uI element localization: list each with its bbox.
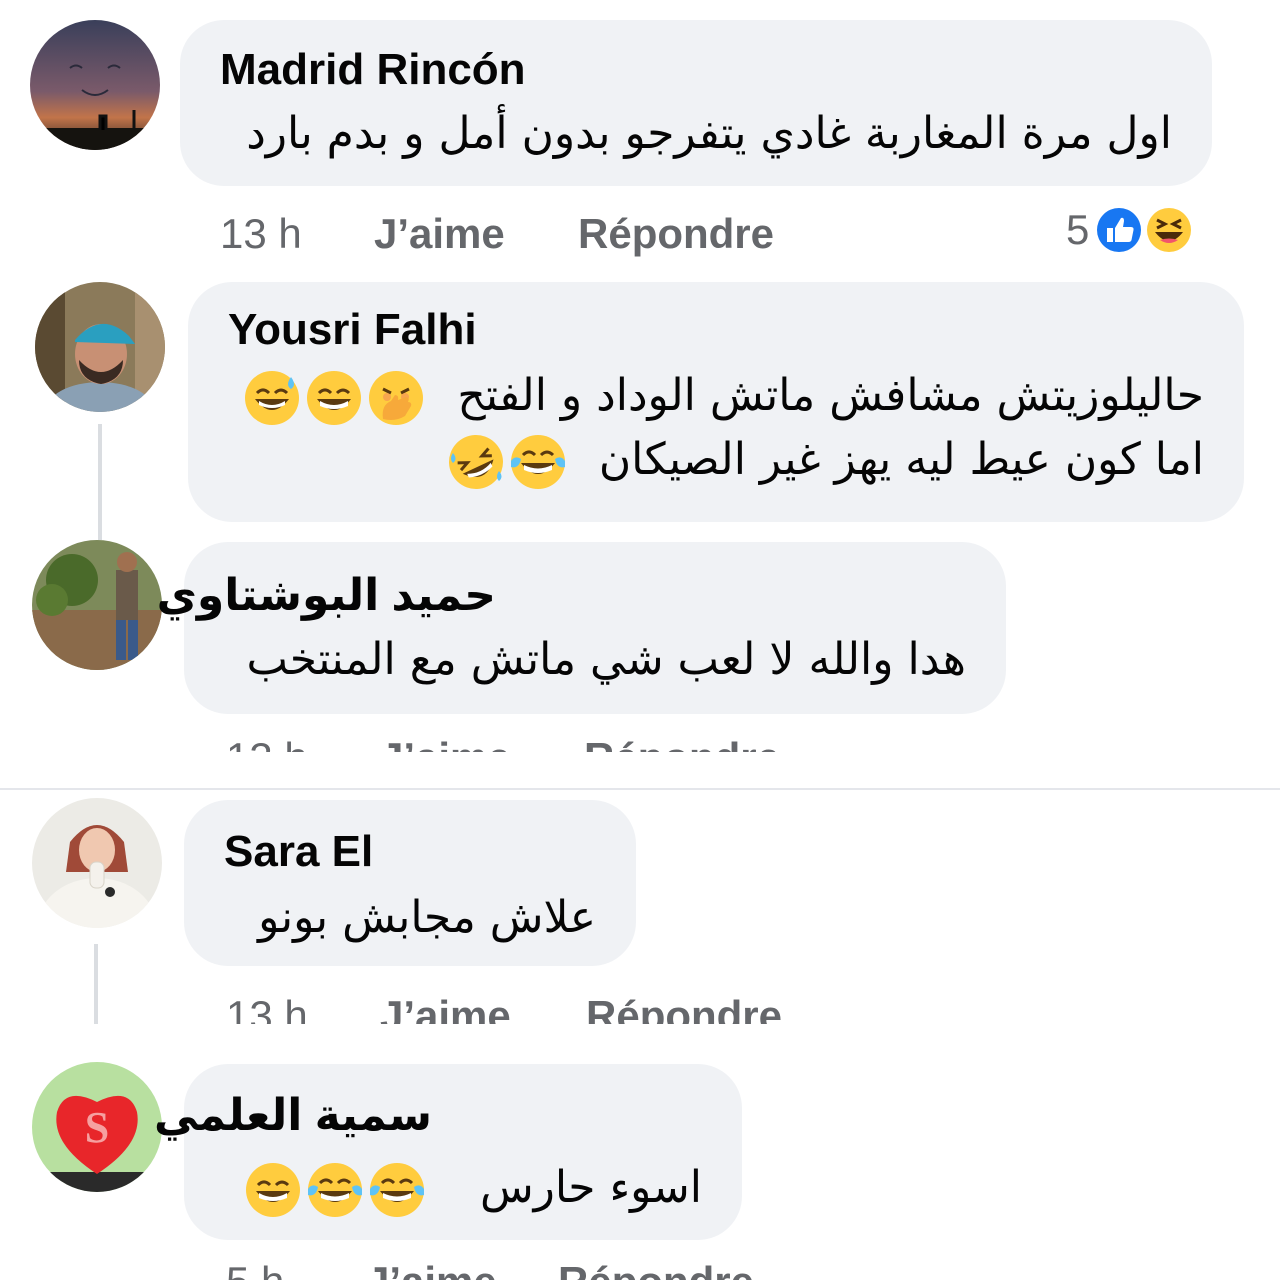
comment-time[interactable]: 13 h xyxy=(226,992,380,1024)
comment-actions: 13 h J’aime Répondre xyxy=(220,210,774,258)
tears-of-joy-icon xyxy=(509,433,567,491)
comment-time[interactable]: 5 h xyxy=(226,1258,366,1280)
comment-author[interactable]: حميد البوشتاوي xyxy=(157,570,496,622)
reply-button[interactable]: Répondre xyxy=(584,734,780,752)
comment-actions: 13 h J’aime Répondre xyxy=(226,992,782,1024)
comment-time[interactable]: 13 h xyxy=(220,210,374,258)
comment-author[interactable]: Sara El xyxy=(224,826,373,878)
comment-text-line: اسوء حارس xyxy=(244,1156,702,1220)
comment-soumia-alami: S سمية العلمي اسوء حارس xyxy=(0,1062,1280,1280)
like-icon xyxy=(1093,204,1145,256)
reactions-summary[interactable]: 5 xyxy=(1066,204,1195,256)
comment-text-line-1: حاليلوزيتش مشافش ماتش الوداد و الفتح xyxy=(243,364,1204,428)
tears-of-joy-icon xyxy=(368,1161,426,1219)
reply-button[interactable]: Répondre xyxy=(586,992,782,1024)
comment-time[interactable]: 13 h xyxy=(226,734,380,752)
rolling-laughing-icon xyxy=(447,433,505,491)
reaction-count: 5 xyxy=(1066,206,1090,253)
comment-text: هدا والله لا لعب شي ماتش مع المنتخب xyxy=(246,634,966,685)
comment-text-line-2: اما كون عيط ليه يهز غير الصيكان xyxy=(447,428,1204,492)
comment-author[interactable]: Yousri Falhi xyxy=(228,304,477,356)
comment-text: اسوء حارس xyxy=(479,1162,702,1213)
comment-author[interactable]: سمية العلمي xyxy=(154,1090,432,1142)
haha-icon xyxy=(1143,204,1195,256)
reply-button[interactable]: Répondre xyxy=(578,210,774,258)
comment-bubble: Yousri Falhi حاليلوزيتش مشافش ماتش الودا… xyxy=(188,282,1244,522)
like-button[interactable]: J’aime xyxy=(380,734,584,752)
emoji-group xyxy=(447,433,567,491)
grinning-icon xyxy=(244,1161,302,1219)
comment-author[interactable]: Madrid Rincón xyxy=(220,44,526,96)
comment-madrid-rincon: Madrid Rincón اول مرة المغاربة غادي يتفر… xyxy=(0,0,1280,270)
comment-text: حاليلوزيتش مشافش ماتش الوداد و الفتح xyxy=(457,370,1204,421)
reply-button[interactable]: Répondre xyxy=(558,1258,754,1280)
comment-sara-el: Sara El علاش مجابش بونو 13 h J’aime Répo… xyxy=(0,792,1280,1024)
face-hand-over-mouth-icon xyxy=(367,369,425,427)
comment-actions: 5 h J’aime Répondre xyxy=(226,1258,754,1280)
comments-panel-top: Madrid Rincón اول مرة المغاربة غادي يتفر… xyxy=(0,0,1280,752)
comment-yousri-falhi: Yousri Falhi حاليلوزيتش مشافش ماتش الودا… xyxy=(0,270,1280,540)
comment-text: اما كون عيط ليه يهز غير الصيكان xyxy=(598,434,1204,485)
like-button[interactable]: J’aime xyxy=(374,210,578,258)
comment-bubble: سمية العلمي اسوء حارس xyxy=(154,1064,742,1240)
divider xyxy=(0,788,1280,790)
avatar[interactable] xyxy=(32,798,162,928)
grinning-icon xyxy=(305,369,363,427)
like-button[interactable]: J’aime xyxy=(366,1258,558,1280)
avatar[interactable] xyxy=(30,20,160,150)
comment-text: علاش مجابش بونو xyxy=(258,892,596,943)
thread-line xyxy=(98,424,102,540)
tears-of-joy-icon xyxy=(306,1161,364,1219)
emoji-group xyxy=(243,369,425,427)
emoji-group xyxy=(244,1161,426,1219)
avatar[interactable] xyxy=(35,282,165,412)
comments-panel-bottom: Sara El علاش مجابش بونو 13 h J’aime Répo… xyxy=(0,792,1280,1280)
grinning-sweat-icon xyxy=(243,369,301,427)
comment-bubble: Sara El علاش مجابش بونو xyxy=(184,800,636,966)
comment-hamid-boushtaoui: حميد البوشتاوي هدا والله لا لعب شي ماتش … xyxy=(0,540,1280,752)
comment-text: اول مرة المغاربة غادي يتفرجو بدون أمل و … xyxy=(246,108,1172,159)
thread-line xyxy=(94,944,98,1024)
avatar[interactable] xyxy=(32,540,162,670)
comment-bubble: حميد البوشتاوي هدا والله لا لعب شي ماتش … xyxy=(157,542,1006,714)
avatar[interactable]: S xyxy=(32,1062,162,1192)
svg-text:S: S xyxy=(85,1103,109,1152)
comment-bubble: Madrid Rincón اول مرة المغاربة غادي يتفر… xyxy=(180,20,1212,186)
like-button[interactable]: J’aime xyxy=(380,992,586,1024)
comment-actions: 13 h J’aime Répondre xyxy=(226,734,780,752)
